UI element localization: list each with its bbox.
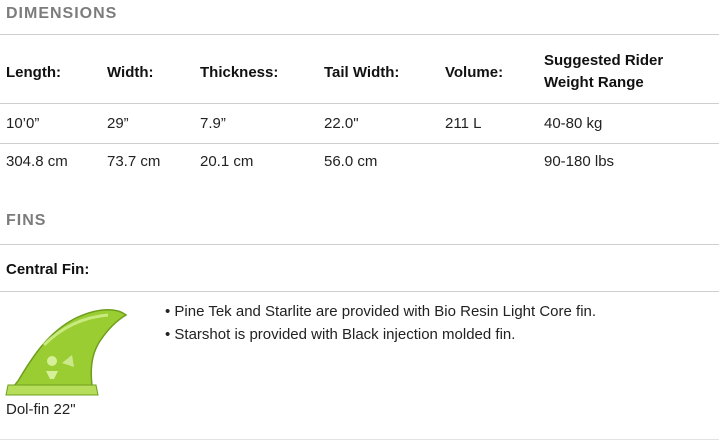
width-imperial: 29” (107, 115, 129, 132)
central-fin-label: Central Fin: (6, 261, 90, 278)
fin-notes-list: • Pine Tek and Starlite are provided wit… (165, 300, 596, 346)
fin-note-item: • Starshot is provided with Black inject… (165, 326, 516, 343)
length-imperial: 10’0” (6, 115, 40, 132)
length-metric: 304.8 cm (6, 153, 68, 170)
volume-value: 211 L (445, 115, 482, 132)
header-length: Length: (6, 64, 61, 81)
header-rider-weight-line1: Suggested Rider (544, 52, 664, 69)
header-rider-weight-line2: Weight Range (544, 74, 644, 91)
fin-caption: Dol-fin 22" (6, 401, 76, 418)
header-divider (0, 103, 719, 104)
dol-fin-image (4, 305, 130, 402)
tail-width-imperial: 22.0" (324, 115, 359, 132)
width-metric: 73.7 cm (107, 153, 161, 170)
header-volume: Volume: (445, 64, 504, 81)
tail-width-metric: 56.0 cm (324, 153, 378, 170)
rider-weight-lbs: 90-180 lbs (544, 153, 615, 170)
row-divider (0, 143, 719, 144)
fins-title: FINS (6, 212, 47, 229)
dimensions-top-divider (0, 34, 719, 35)
header-tail-width: Tail Width: (324, 64, 400, 81)
bottom-divider (0, 439, 719, 440)
fin-note-item: • Pine Tek and Starlite are provided wit… (165, 303, 597, 320)
rider-weight-kg: 40-80 kg (544, 115, 603, 132)
fins-top-divider (0, 244, 719, 245)
fins-label-divider (0, 291, 719, 292)
thickness-metric: 20.1 cm (200, 153, 254, 170)
header-thickness: Thickness: (200, 64, 279, 81)
thickness-imperial: 7.9” (200, 115, 226, 132)
dimensions-title: DIMENSIONS (6, 5, 118, 22)
header-width: Width: (107, 64, 154, 81)
